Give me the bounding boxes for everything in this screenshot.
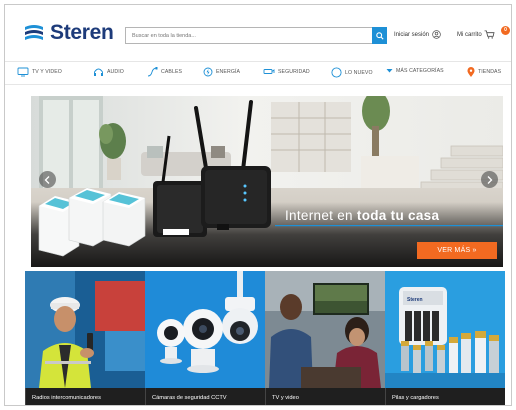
steren-logo-icon [25, 25, 43, 40]
cart-count-badge: 0 [501, 26, 510, 35]
nav-label: ENERGÍA [216, 69, 241, 75]
nav-label: AUDIO [107, 69, 124, 75]
energy-icon [203, 67, 213, 77]
cart-label: Mi carrito [457, 31, 482, 38]
nav-label: SEGURIDAD [278, 69, 310, 75]
hero-tagline-prefix: Internet en [285, 208, 357, 223]
tile-label: TV y video [265, 388, 385, 405]
search-bar [125, 27, 387, 44]
tile-pilas[interactable]: Steren Pilas y cargadores [385, 271, 505, 405]
tile-label: Radios intercomunicadores [25, 388, 145, 405]
batteries-image: Steren [385, 271, 505, 405]
login-link[interactable]: Iniciar sesión [394, 30, 441, 39]
carousel-prev-button[interactable] [39, 171, 56, 188]
nav-item-energia[interactable]: ENERGÍA [203, 67, 240, 77]
nav-item-mas-categorias[interactable]: MÁS CATEGORÍAS [386, 67, 444, 74]
tile-radios[interactable]: Radios intercomunicadores [25, 271, 145, 405]
chevron-left-icon [44, 175, 50, 184]
tv-video-image [265, 271, 385, 405]
tile-label: Pilas y cargadores [385, 388, 505, 405]
hero-tagline-bold: toda tu casa [356, 208, 440, 223]
tile-label: Cámaras de seguridad CCTV [145, 388, 265, 405]
cctv-cameras-image [145, 271, 265, 405]
nav-label: LO NUEVO [345, 69, 373, 76]
header: Steren Iniciar sesión Mi carrito [5, 5, 511, 55]
menu-icon [386, 69, 393, 73]
hero-banner[interactable]: Internet en toda tu casa VER MÁS » [31, 96, 503, 267]
nav-item-tv-video[interactable]: TV Y VIDEO [17, 67, 62, 77]
tile-camaras[interactable]: Cámaras de seguridad CCTV [145, 271, 265, 405]
nav-label: MÁS CATEGORÍAS [396, 67, 444, 74]
category-tiles: Radios intercomunicadores Cámaras de seg… [25, 271, 505, 405]
svg-text:Steren: Steren [407, 297, 423, 303]
tagline-underline [275, 225, 503, 227]
nav-item-lo-nuevo[interactable]: LO NUEVO [331, 67, 373, 78]
nav-label: TV Y VIDEO [32, 69, 62, 75]
camera-icon [263, 69, 275, 74]
login-label: Iniciar sesión [394, 31, 430, 38]
nav-label: TIENDAS [478, 69, 502, 75]
tv-icon [17, 67, 29, 77]
brand-name: Steren [50, 21, 114, 44]
nav-item-cables[interactable]: CABLES [147, 67, 182, 77]
radios-image [25, 271, 145, 405]
hero-tagline: Internet en toda tu casa [285, 208, 439, 223]
cart-link[interactable]: Mi carrito [457, 30, 495, 39]
cart-icon [484, 30, 495, 39]
nav-item-seguridad[interactable]: SEGURIDAD [263, 67, 310, 77]
tile-tv-video[interactable]: TV y video [265, 271, 385, 405]
headphones-icon [94, 68, 103, 76]
user-icon [432, 30, 441, 39]
steren-logo[interactable]: Steren [23, 21, 114, 45]
new-icon [331, 67, 342, 78]
nav-label: CABLES [161, 69, 183, 75]
search-icon [375, 31, 384, 40]
page-frame: Steren Iniciar sesión Mi carrito [4, 4, 512, 406]
chevron-right-icon [487, 175, 493, 184]
search-button[interactable] [372, 27, 387, 44]
cable-icon [147, 67, 158, 77]
category-nav: TV Y VIDEO AUDIO CABLES ENERGÍA SEGURIDA… [5, 61, 511, 85]
carousel-next-button[interactable] [481, 171, 498, 188]
nav-item-tiendas[interactable]: TIENDAS [467, 67, 501, 77]
location-pin-icon [467, 67, 475, 77]
nav-item-audio[interactable]: AUDIO [93, 67, 124, 77]
hero-cta-button[interactable]: VER MÁS » [417, 242, 497, 259]
search-input[interactable] [126, 28, 374, 43]
